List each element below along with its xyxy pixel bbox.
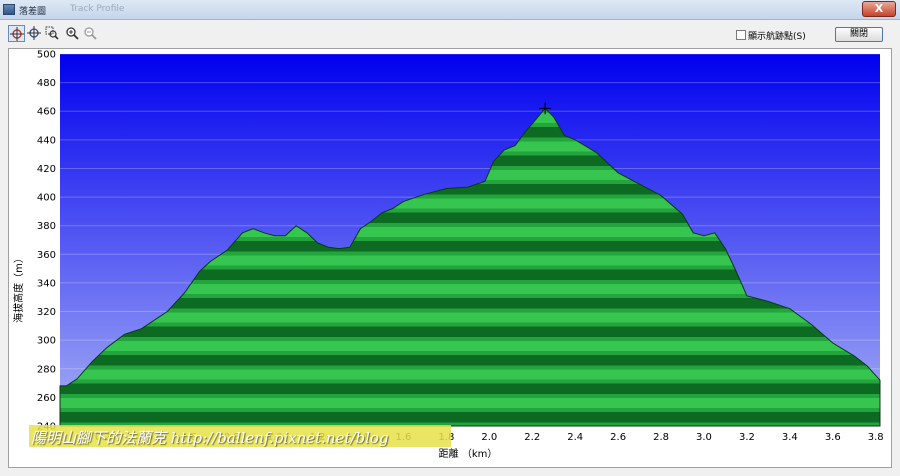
y-axis-label: 海拔高度（m） — [12, 253, 25, 323]
window-title: 落差圖 — [19, 7, 47, 17]
window-titlebar: 落差圖 Track Profile X — [0, 0, 900, 20]
y-tick-label: 460 — [37, 107, 56, 118]
crosshair-select-icon[interactable] — [8, 25, 25, 42]
y-tick-label: 420 — [37, 164, 56, 175]
window-title-faded: Track Profile — [70, 4, 125, 14]
zoom-select-icon[interactable] — [44, 25, 61, 42]
elevation-profile-chart: 2402602803003203403603804004204404604805… — [12, 50, 884, 461]
zoom-in-icon[interactable] — [64, 25, 81, 42]
x-tick-label: 3.8 — [868, 432, 884, 443]
zoom-out-icon[interactable] — [82, 25, 99, 42]
window-close-button[interactable]: X — [862, 1, 896, 17]
x-tick-label: 2.0 — [481, 432, 497, 443]
x-axis-label: 距離 （km） — [439, 447, 498, 460]
watermark: 陽明山腳下的法蘭克 http://ballenf.pixnet.net/blog — [29, 425, 451, 447]
y-tick-label: 440 — [37, 135, 56, 146]
y-tick-label: 380 — [37, 221, 56, 232]
y-tick-label: 340 — [37, 278, 56, 289]
x-tick-label: 2.2 — [524, 432, 540, 443]
app-icon — [3, 4, 15, 15]
y-tick-label: 360 — [37, 250, 56, 261]
x-tick-label: 3.6 — [825, 432, 841, 443]
show-track-points-checkbox[interactable] — [736, 30, 746, 40]
watermark-text: 陽明山腳下的法蘭克 http://ballenf.pixnet.net/blog — [31, 429, 389, 447]
y-tick-label: 280 — [37, 364, 56, 375]
x-tick-label: 2.8 — [653, 432, 669, 443]
toolbar: 顯示航跡點(S) — [0, 21, 900, 47]
x-tick-label: 3.2 — [739, 432, 755, 443]
close-button[interactable]: 關閉 — [835, 27, 883, 42]
y-tick-label: 480 — [37, 78, 56, 89]
x-tick-label: 3.0 — [696, 432, 712, 443]
x-tick-label: 3.4 — [782, 432, 798, 443]
y-tick-label: 500 — [37, 50, 56, 61]
show-track-points-label: 顯示航跡點(S) — [748, 32, 806, 42]
x-tick-label: 2.6 — [610, 432, 626, 443]
y-tick-label: 400 — [37, 193, 56, 204]
y-axis-ticks: 2402602803003203403603804004204404604805… — [37, 50, 56, 433]
y-tick-label: 300 — [37, 336, 56, 347]
y-tick-label: 260 — [37, 393, 56, 404]
crosshair-icon[interactable] — [26, 25, 43, 42]
x-tick-label: 2.4 — [567, 432, 583, 443]
y-tick-label: 320 — [37, 307, 56, 318]
